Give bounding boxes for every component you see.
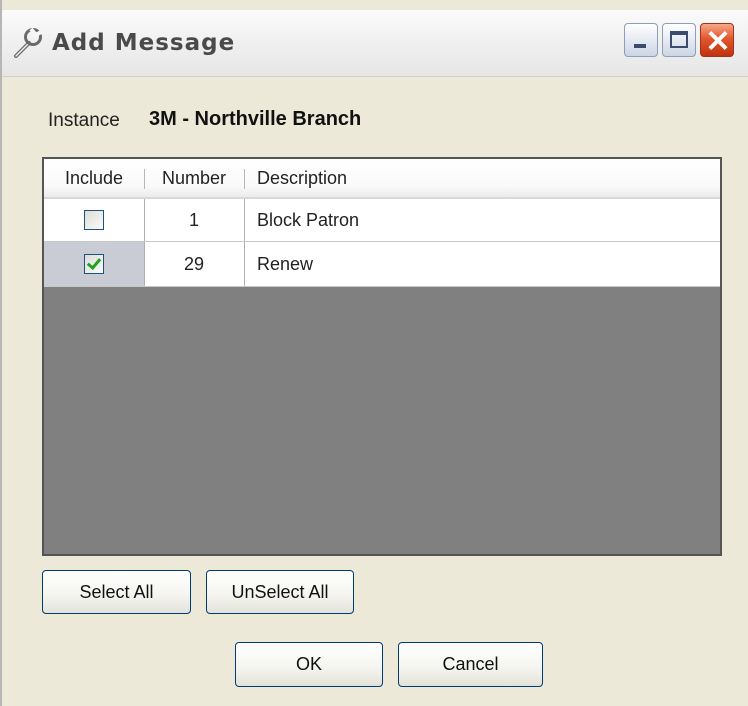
column-header-number[interactable]: Number [144, 159, 244, 197]
wrench-icon [14, 27, 43, 58]
include-checkbox[interactable] [84, 210, 104, 230]
description-cell: Block Patron [257, 209, 360, 230]
ok-button[interactable]: OK [235, 642, 383, 687]
include-checkbox[interactable] [84, 254, 104, 274]
table-row[interactable]: 29 Renew [44, 242, 720, 287]
instance-value: 3M - Northville Branch [149, 108, 362, 130]
table-row[interactable]: 1 Block Patron [44, 199, 720, 242]
maximize-icon[interactable] [662, 23, 696, 57]
close-icon[interactable] [700, 23, 734, 57]
column-header-description[interactable]: Description [244, 159, 720, 197]
include-cell[interactable] [44, 199, 144, 241]
description-cell: Renew [257, 253, 314, 274]
number-cell: 1 [188, 209, 199, 230]
include-cell[interactable] [44, 242, 144, 286]
number-cell: 29 [183, 253, 205, 274]
message-grid[interactable]: Include Number Description 1 Block Patro… [42, 157, 722, 556]
cancel-button[interactable]: Cancel [398, 642, 543, 687]
grid-header: Include Number Description [44, 159, 720, 199]
select-all-button[interactable]: Select All [42, 570, 191, 614]
column-header-include[interactable]: Include [44, 159, 144, 197]
title-bar[interactable]: Add Message [2, 10, 748, 77]
window-title: Add Message [52, 30, 236, 56]
instance-label: Instance [48, 110, 120, 131]
unselect-all-button[interactable]: UnSelect All [206, 570, 354, 614]
minimize-icon[interactable] [624, 23, 658, 57]
add-message-dialog: Add Message Instance 3M - Northville Bra… [0, 0, 748, 706]
column-divider[interactable] [720, 169, 721, 189]
